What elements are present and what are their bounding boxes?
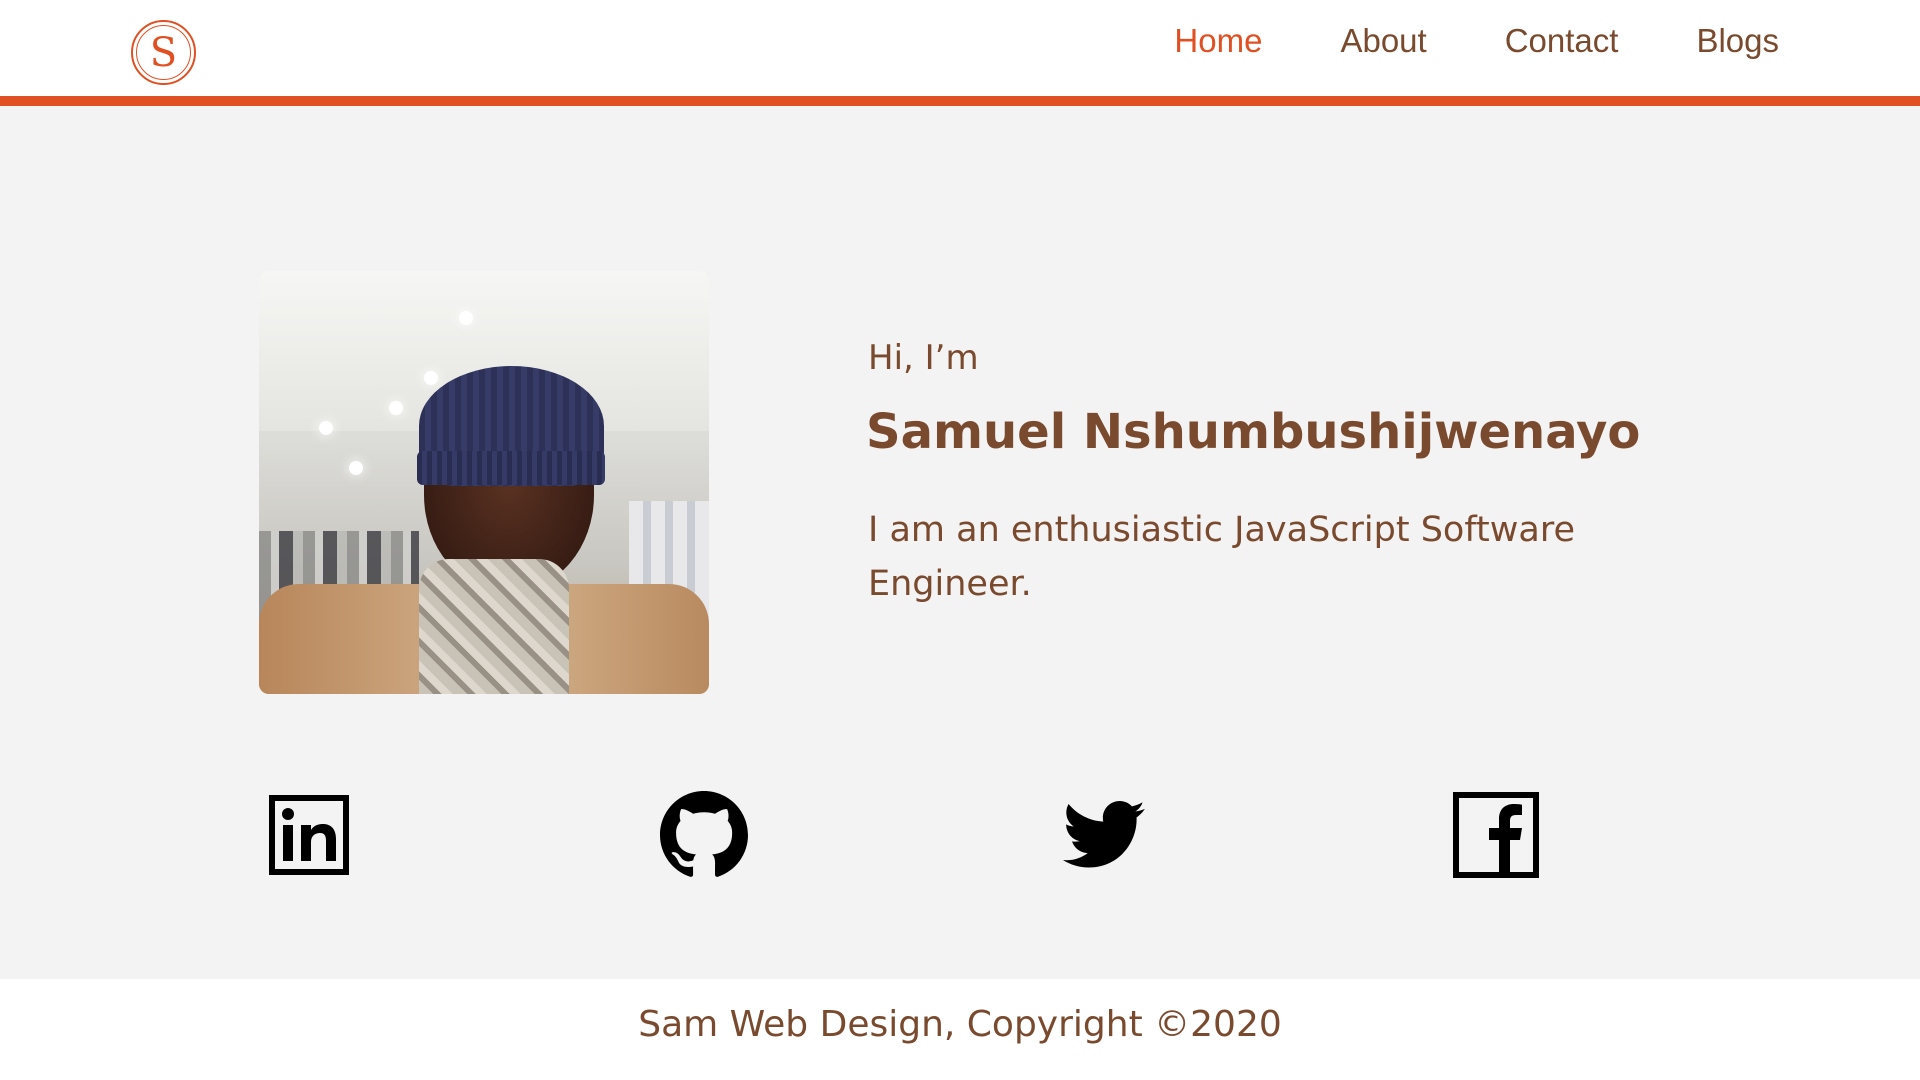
facebook-link[interactable] <box>1451 790 1541 880</box>
nav-contact[interactable]: Contact <box>1505 22 1619 60</box>
twitter-link[interactable] <box>1059 790 1149 880</box>
facebook-icon <box>1453 792 1539 878</box>
footer-copyright: Sam Web Design, Copyright ©2020 <box>638 1004 1282 1045</box>
main-nav: Home About Contact Blogs <box>1096 22 1779 60</box>
hero-tagline: I am an enthusiastic JavaScript Software… <box>868 510 1575 604</box>
logo-letter: S <box>136 25 191 80</box>
site-header: S Home About Contact Blogs <box>0 0 1920 96</box>
twitter-icon <box>1063 801 1145 868</box>
profile-photo <box>259 271 709 694</box>
github-icon <box>660 791 748 877</box>
hero-greeting: Hi, I’m <box>868 338 979 378</box>
site-logo[interactable]: S <box>131 20 196 85</box>
nav-blogs[interactable]: Blogs <box>1696 22 1779 60</box>
linkedin-icon <box>269 795 349 875</box>
nav-home[interactable]: Home <box>1174 22 1262 60</box>
header-accent-bar <box>0 96 1920 106</box>
linkedin-link[interactable] <box>264 790 354 880</box>
github-link[interactable] <box>659 790 749 880</box>
nav-about[interactable]: About <box>1340 22 1426 60</box>
site-footer: Sam Web Design, Copyright ©2020 <box>0 979 1920 1080</box>
hero-name: Samuel Nshumbushijwenayo <box>866 404 1641 460</box>
